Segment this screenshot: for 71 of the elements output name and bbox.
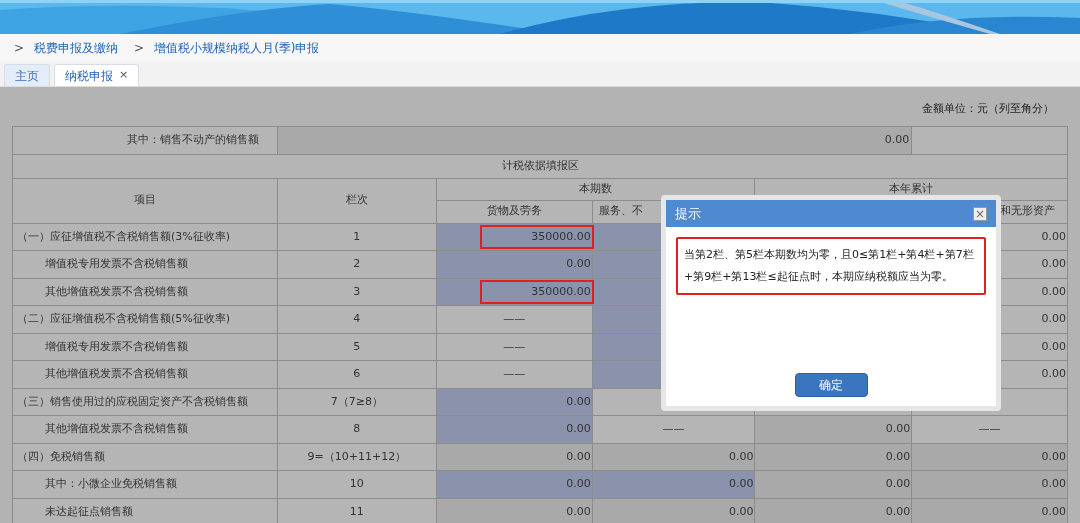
dialog-title: 提示 xyxy=(675,204,701,223)
table-cell: 其中：小微企业免税销售额 xyxy=(12,470,278,498)
table-cell: 8 xyxy=(277,415,437,443)
table-cell-text: 0.00 xyxy=(1040,366,1067,383)
table-cell: 增值税专用发票不含税销售额 xyxy=(12,250,278,278)
breadcrumb-separator: > xyxy=(13,40,25,57)
table-cell-text: 0.00 xyxy=(565,421,592,438)
table-cell: 350000.00 xyxy=(479,279,594,304)
table-cell-text: 0.00 xyxy=(1040,476,1067,493)
table-cell: （二）应征增值税不含税销售额(5%征收率) xyxy=(12,305,278,333)
table-cell-text: —— xyxy=(661,421,686,438)
table-cell-text: —— xyxy=(502,338,527,355)
table-cell: 其他增值税发票不含税销售额 xyxy=(12,360,278,388)
table-cell-text: —— xyxy=(502,366,527,383)
breadcrumb-link[interactable]: 税费申报及缴纳 xyxy=(34,39,123,57)
table-cell: （三）销售使用过的应税固定资产不含税销售额 xyxy=(12,388,278,416)
table-cell: （一）应征增值税不含税销售额(3%征收率) xyxy=(12,223,278,251)
table-cell: 其他增值税发票不含税销售额 xyxy=(12,278,278,306)
table-cell-text: 0.00 xyxy=(1040,503,1067,520)
table-cell-text: 0.00 xyxy=(565,503,592,520)
table-cell-text: 0.00 xyxy=(565,393,592,410)
close-icon[interactable]: × xyxy=(119,67,129,84)
table-cell-text: 0.00 xyxy=(884,448,912,465)
table-cell: 0.00 xyxy=(277,126,912,154)
breadcrumb-separator: > xyxy=(133,40,145,57)
close-button[interactable]: × xyxy=(973,206,987,221)
table-cell: 其他增值税发票不含税销售额 xyxy=(12,415,278,443)
table-cell-text: 0.00 xyxy=(884,476,912,493)
table-cell-text: 0.00 xyxy=(1040,256,1067,273)
column-header: 货物及劳务 xyxy=(486,204,542,218)
column-header: 栏次 xyxy=(277,178,437,223)
column-header: 项目 xyxy=(12,178,278,223)
table-cell: 4 xyxy=(277,305,437,333)
tab[interactable]: 主页 xyxy=(4,64,50,86)
table-cell: 10 xyxy=(277,470,437,498)
table-cell-text: 0.00 xyxy=(565,256,592,273)
table-cell: 9=（10+11+12） xyxy=(277,443,437,471)
column-header: 服务、不 xyxy=(598,204,643,218)
table-cell-text: 0.00 xyxy=(1040,311,1067,328)
table-cell: 350000.00 xyxy=(479,224,594,249)
breadcrumb-link[interactable]: 增值税小规模纳税人月(季)申报 xyxy=(154,39,324,57)
table-cell: 6 xyxy=(277,360,437,388)
section-title: 计税依据填报区 xyxy=(12,154,1068,178)
confirm-button[interactable]: 确定 xyxy=(794,373,868,397)
table-cell-text: 0.00 xyxy=(727,448,755,465)
table-cell-text: 0.00 xyxy=(884,421,912,438)
table-cell: 5 xyxy=(277,333,437,361)
table-cell-text: —— xyxy=(502,311,527,328)
table-cell-text: 0.00 xyxy=(1040,448,1067,465)
table-cell: 未达起征点销售额 xyxy=(12,498,278,523)
table-cell: 3 xyxy=(277,278,437,306)
column-header: 和无形资产 xyxy=(1000,204,1055,218)
table-cell: 增值税专用发票不含税销售额 xyxy=(12,333,278,361)
table-cell-text: 0.00 xyxy=(884,503,912,520)
table-cell: 7（7≥8） xyxy=(277,388,437,416)
table-cell-text: 0.00 xyxy=(565,448,592,465)
table-cell-text: 0.00 xyxy=(1040,338,1067,355)
table-cell: 2 xyxy=(277,250,437,278)
table-cell-text: 0.00 xyxy=(565,476,592,493)
dialog-message: 当第2栏、第5栏本期数均为零，且0≤第1栏+第4栏+第7栏+第9栏+第13栏≤起征点时，本期应纳税额应当为零。 xyxy=(676,237,986,295)
table-cell: 其中：销售不动产的销售额 xyxy=(12,126,278,154)
table-cell-text: 0.00 xyxy=(727,476,755,493)
unit-note: 金额单位：元（列至角分） xyxy=(922,101,1054,117)
table-cell: 11 xyxy=(277,498,437,523)
table-cell-text: 0.00 xyxy=(727,503,755,520)
table-cell-text: 0.00 xyxy=(1040,283,1067,300)
table-cell-text: —— xyxy=(977,421,1002,438)
tab[interactable]: 纳税申报 × xyxy=(54,64,140,86)
table-cell-text: 0.00 xyxy=(1040,228,1067,245)
table-cell: （四）免税销售额 xyxy=(12,443,278,471)
table-cell: 1 xyxy=(277,223,437,251)
